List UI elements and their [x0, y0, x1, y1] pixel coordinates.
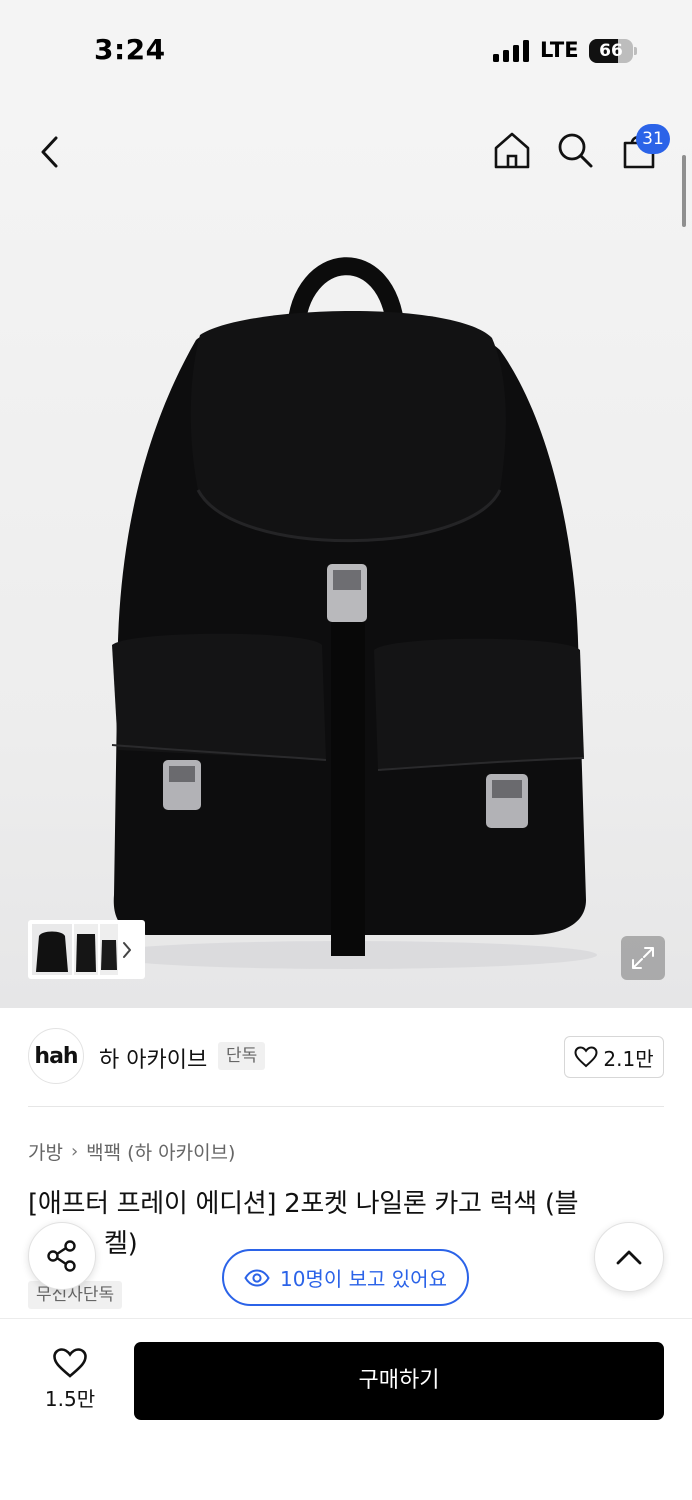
scroll-top-button[interactable]	[594, 1222, 664, 1292]
breadcrumb-subcategory[interactable]: 백팩 (하 아카이브)	[86, 1138, 235, 1165]
thumbnail-images	[32, 924, 131, 975]
wishlist-button[interactable]: 1.5만	[30, 1347, 110, 1417]
share-button[interactable]	[28, 1222, 96, 1290]
brand-like-button[interactable]: 2.1만	[564, 1036, 664, 1078]
product-title-line1: [애프터 프레이 에디션] 2포켓 나일론 카고 럭색 (블	[28, 1189, 579, 1219]
back-button[interactable]	[28, 130, 72, 174]
buy-button[interactable]: 구매하기	[134, 1342, 664, 1420]
brand-row[interactable]: hah 하 아카이브 단독 2.1만	[28, 1028, 664, 1086]
battery-icon: 66	[589, 39, 637, 63]
status-time: 3:24	[94, 33, 166, 66]
chevron-up-icon	[616, 1250, 642, 1265]
wishlist-count: 1.5만	[44, 1387, 96, 1411]
brand-logo[interactable]: hah	[28, 1028, 84, 1084]
search-icon	[558, 133, 593, 168]
expand-icon	[632, 947, 654, 969]
heart-icon	[53, 1348, 87, 1378]
brand-name[interactable]: 하 아카이브	[99, 1042, 207, 1074]
scrollbar[interactable]	[682, 155, 686, 227]
home-button[interactable]	[490, 128, 534, 172]
network-type: LTE	[540, 38, 579, 62]
breadcrumb-category[interactable]: 가방	[28, 1138, 63, 1165]
chevron-right-icon	[123, 942, 131, 958]
brand-exclusive-badge: 단독	[218, 1042, 266, 1070]
battery-level: 66	[599, 41, 623, 61]
eye-icon	[244, 1268, 270, 1287]
product-image-area[interactable]	[0, 100, 692, 1008]
share-icon	[47, 1240, 76, 1272]
bottom-action-bar: 1.5만 구매하기	[0, 1318, 692, 1500]
signal-icon	[493, 40, 529, 62]
breadcrumb: 가방 › 백팩 (하 아카이브)	[28, 1136, 235, 1166]
heart-icon	[574, 1046, 598, 1068]
back-icon	[41, 136, 58, 168]
viewers-indicator: 10명이 보고 있어요	[222, 1249, 469, 1306]
chevron-right-icon: ›	[70, 1140, 79, 1162]
expand-image-button[interactable]	[621, 936, 665, 980]
divider	[28, 1106, 664, 1107]
home-icon	[494, 132, 530, 169]
cart-count-badge: 31	[636, 124, 670, 154]
viewers-text: 10명이 보고 있어요	[280, 1267, 447, 1291]
search-button[interactable]	[553, 128, 597, 172]
product-image	[97, 257, 597, 969]
image-thumbnail-strip[interactable]	[28, 920, 145, 979]
status-bar: 3:24 LTE 66	[0, 0, 692, 100]
brand-like-count: 2.1만	[603, 1046, 654, 1071]
